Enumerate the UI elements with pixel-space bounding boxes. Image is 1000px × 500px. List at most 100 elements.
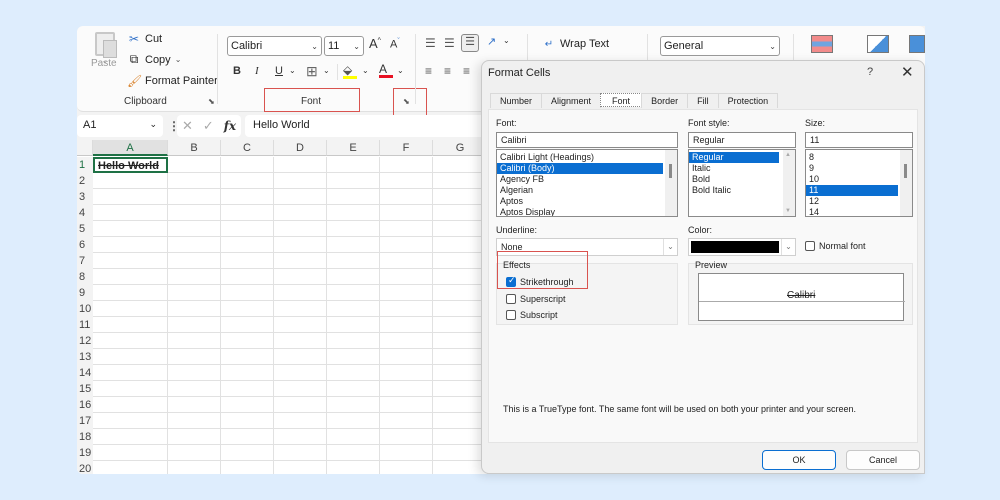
cell-c15[interactable]	[221, 381, 274, 397]
name-box[interactable]: A1 ⌄	[77, 115, 163, 137]
align-middle-icon[interactable]: ☰	[444, 36, 455, 50]
cell-e5[interactable]	[327, 221, 380, 237]
cell-a3[interactable]	[93, 189, 168, 205]
column-header-a[interactable]: A	[93, 140, 168, 156]
underline-button[interactable]: U	[275, 65, 283, 77]
font-name-combo[interactable]: Calibri ⌄	[227, 36, 322, 56]
normal-font-checkbox[interactable]: Normal font	[805, 241, 866, 251]
cell-a15[interactable]	[93, 381, 168, 397]
cell-f7[interactable]	[380, 253, 433, 269]
row-header-16[interactable]: 16	[77, 397, 93, 413]
increase-font-size-button[interactable]: A^	[369, 36, 381, 51]
cell-d5[interactable]	[274, 221, 327, 237]
size-list-item[interactable]: 8	[806, 152, 898, 163]
column-header-e[interactable]: E	[327, 140, 380, 156]
row-header-12[interactable]: 12	[77, 333, 93, 349]
cell-c2[interactable]	[221, 173, 274, 189]
cell-f18[interactable]	[380, 429, 433, 445]
cell-c20[interactable]	[221, 461, 274, 474]
align-top-icon[interactable]: ☰	[425, 36, 436, 50]
cell-a20[interactable]	[93, 461, 168, 474]
tab-fill[interactable]: Fill	[687, 93, 719, 108]
cell-a1[interactable]: Hello World	[93, 157, 168, 173]
font-list-item[interactable]: Calibri Light (Headings)	[497, 152, 663, 163]
font-list-item[interactable]: Agency FB	[497, 174, 663, 185]
cell-b6[interactable]	[168, 237, 221, 253]
cell-e9[interactable]	[327, 285, 380, 301]
cell-d3[interactable]	[274, 189, 327, 205]
cell-a17[interactable]	[93, 413, 168, 429]
font-style-list-item[interactable]: Italic	[689, 163, 779, 174]
cell-d15[interactable]	[274, 381, 327, 397]
scrollbar[interactable]	[665, 150, 677, 216]
cell-b8[interactable]	[168, 269, 221, 285]
cell-e4[interactable]	[327, 205, 380, 221]
cell-d13[interactable]	[274, 349, 327, 365]
cell-e6[interactable]	[327, 237, 380, 253]
cell-f19[interactable]	[380, 445, 433, 461]
cell-g1[interactable]	[433, 157, 488, 173]
cut-button[interactable]: ✂ Cut	[127, 32, 162, 46]
row-header-10[interactable]: 10	[77, 301, 93, 317]
bold-button[interactable]: B	[233, 65, 241, 77]
column-header-b[interactable]: B	[168, 140, 221, 156]
cell-g13[interactable]	[433, 349, 488, 365]
cell-a7[interactable]	[93, 253, 168, 269]
cell-g19[interactable]	[433, 445, 488, 461]
row-header-6[interactable]: 6	[77, 237, 93, 253]
column-header-g[interactable]: G	[433, 140, 488, 156]
cell-e3[interactable]	[327, 189, 380, 205]
cell-d8[interactable]	[274, 269, 327, 285]
tab-border[interactable]: Border	[641, 93, 689, 108]
cell-f20[interactable]	[380, 461, 433, 474]
cell-a4[interactable]	[93, 205, 168, 221]
font-color-button[interactable]: A	[379, 62, 393, 78]
cell-f3[interactable]	[380, 189, 433, 205]
cell-e16[interactable]	[327, 397, 380, 413]
cell-g5[interactable]	[433, 221, 488, 237]
row-header-13[interactable]: 13	[77, 349, 93, 365]
cell-e8[interactable]	[327, 269, 380, 285]
number-format-combo[interactable]: General ⌄	[660, 36, 780, 56]
size-list-item[interactable]: 11	[806, 185, 898, 196]
cell-g18[interactable]	[433, 429, 488, 445]
size-list-item[interactable]: 10	[806, 174, 898, 185]
subscript-checkbox[interactable]: Subscript	[506, 310, 558, 320]
scrollbar[interactable]	[900, 150, 912, 216]
cell-d7[interactable]	[274, 253, 327, 269]
cell-b16[interactable]	[168, 397, 221, 413]
borders-icon[interactable]: ⊞	[306, 63, 318, 80]
cell-c13[interactable]	[221, 349, 274, 365]
ok-button[interactable]: OK	[762, 450, 836, 470]
cell-g2[interactable]	[433, 173, 488, 189]
row-header-20[interactable]: 20	[77, 461, 93, 474]
cell-d4[interactable]	[274, 205, 327, 221]
cell-f4[interactable]	[380, 205, 433, 221]
cell-d12[interactable]	[274, 333, 327, 349]
cell-c7[interactable]	[221, 253, 274, 269]
cell-d10[interactable]	[274, 301, 327, 317]
decrease-font-size-button[interactable]: Aˇ	[390, 38, 400, 51]
close-button[interactable]: ✕	[901, 63, 914, 81]
cell-e19[interactable]	[327, 445, 380, 461]
cell-a8[interactable]	[93, 269, 168, 285]
cell-b17[interactable]	[168, 413, 221, 429]
underline-dropdown-icon[interactable]: ⌄	[289, 66, 296, 75]
cell-c8[interactable]	[221, 269, 274, 285]
font-style-list-item[interactable]: Bold	[689, 174, 779, 185]
cell-b5[interactable]	[168, 221, 221, 237]
cell-a16[interactable]	[93, 397, 168, 413]
cell-g10[interactable]	[433, 301, 488, 317]
copy-button[interactable]: ⧉ Copy ⌄	[127, 52, 182, 67]
cell-g20[interactable]	[433, 461, 488, 474]
cell-e17[interactable]	[327, 413, 380, 429]
font-list-item[interactable]: Aptos Display	[497, 207, 663, 216]
cell-c9[interactable]	[221, 285, 274, 301]
column-header-c[interactable]: C	[221, 140, 274, 156]
row-header-4[interactable]: 4	[77, 205, 93, 221]
scrollbar-thumb[interactable]	[669, 164, 672, 178]
cell-g16[interactable]	[433, 397, 488, 413]
cell-f12[interactable]	[380, 333, 433, 349]
conditional-formatting-icon[interactable]	[811, 35, 833, 53]
cell-c4[interactable]	[221, 205, 274, 221]
